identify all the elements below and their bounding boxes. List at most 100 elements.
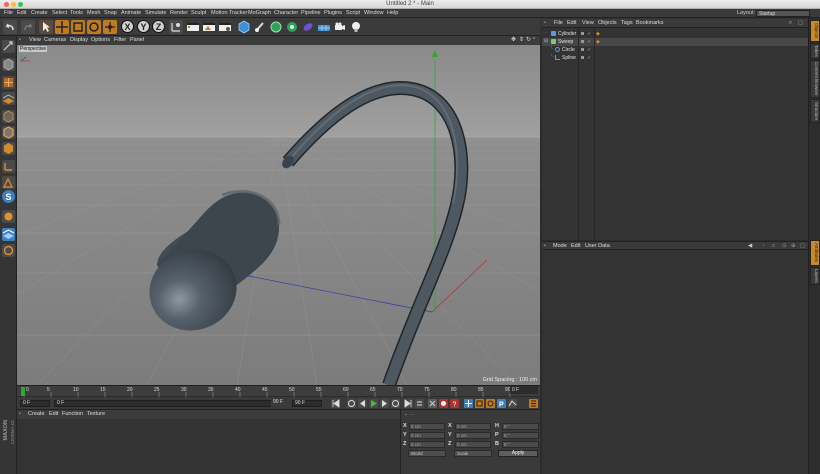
workplane-mode-icon[interactable] (2, 92, 15, 105)
tweak-mode-icon[interactable] (2, 176, 15, 189)
camera-icon[interactable] (333, 20, 347, 34)
render-settings-icon[interactable] (218, 20, 232, 34)
scale-tool-icon[interactable] (71, 20, 85, 34)
pen-spline-icon[interactable] (253, 20, 267, 34)
size-mode-select[interactable]: Scale (454, 450, 492, 457)
attributes-menu-mode[interactable]: Mode (553, 243, 567, 249)
visibility-dots-icon[interactable] (581, 40, 584, 43)
object-row-cylinder[interactable]: - Cylinder ✓ ◆ (542, 30, 808, 38)
coordinate-system-icon[interactable] (169, 20, 183, 34)
texture-mode-icon[interactable] (2, 76, 15, 89)
menu-create[interactable]: Create (31, 10, 48, 16)
make-editable-icon[interactable] (2, 40, 15, 53)
menu-tools[interactable]: Tools (70, 10, 83, 16)
object-menu-bookmarks[interactable]: Bookmarks (636, 20, 664, 26)
timeline-window-icon[interactable] (529, 399, 538, 408)
floor-scene-icon[interactable] (317, 20, 331, 34)
menu-snap[interactable]: Snap (104, 10, 117, 16)
menu-pipeline[interactable]: Pipeline (301, 10, 321, 16)
record-keys-icon[interactable] (428, 399, 437, 408)
size-y-field[interactable]: 0 cm (455, 432, 491, 439)
previous-key-icon[interactable] (347, 399, 356, 408)
x-axis-lock-button[interactable]: X (121, 20, 134, 33)
parameter-key-icon[interactable]: P (497, 399, 506, 409)
menu-plugins[interactable]: Plugins (324, 10, 342, 16)
object-menu-view[interactable]: View (582, 20, 594, 26)
menu-motion-tracker[interactable]: Motion Tracker (211, 10, 247, 16)
search-attributes-icon[interactable]: ⌕ (772, 243, 775, 250)
menu-sculpt[interactable]: Sculpt (191, 10, 206, 16)
points-mode-icon[interactable] (2, 110, 15, 123)
enabled-check-icon[interactable]: ✓ (587, 55, 591, 61)
object-row-sweep[interactable]: ⊟ Sweep ✓ ◆ (542, 38, 808, 46)
rotation-b-field[interactable]: 0 ° (502, 441, 539, 448)
axis-mode-icon[interactable] (2, 160, 15, 173)
material-menu-function[interactable]: Function (62, 411, 83, 417)
subdivision-surface-icon[interactable] (269, 20, 283, 34)
cube-object-icon[interactable] (237, 20, 251, 34)
y-axis-lock-button[interactable]: Y (137, 20, 150, 33)
enabled-check-icon[interactable]: ✓ (587, 31, 591, 37)
current-frame-field[interactable]: 0 F (54, 400, 286, 407)
object-column-divider[interactable] (578, 28, 579, 240)
material-menu-create[interactable]: Create (28, 411, 45, 417)
live-selection-icon[interactable] (39, 20, 53, 34)
material-menu-texture[interactable]: Texture (87, 411, 105, 417)
locked-workplane-icon[interactable] (2, 210, 15, 223)
z-axis-lock-button[interactable]: Z (152, 20, 165, 33)
menu-edit[interactable]: Edit (17, 10, 26, 16)
edges-mode-icon[interactable] (2, 126, 15, 139)
move-tool-icon[interactable] (55, 20, 69, 34)
rotate-tool-icon[interactable] (87, 20, 101, 34)
menu-mograph[interactable]: MoGraph (248, 10, 271, 16)
move-view-icon[interactable]: ✥ (511, 36, 516, 43)
undo-icon[interactable] (3, 20, 17, 34)
viewport-menu-filter[interactable]: Filter (114, 37, 126, 43)
play-icon[interactable] (369, 399, 378, 408)
polygons-mode-icon[interactable] (2, 142, 15, 155)
menu-script[interactable]: Script (346, 10, 360, 16)
tree-collapse-icon[interactable]: ⊟ (544, 38, 548, 44)
object-menu-edit[interactable]: Edit (567, 20, 576, 26)
tab-layers[interactable]: Layers (810, 267, 820, 285)
object-menu-file[interactable]: File (554, 20, 563, 26)
visibility-dots-icon[interactable] (581, 56, 584, 59)
menu-help[interactable]: Help (387, 10, 398, 16)
render-picture-viewer-icon[interactable] (202, 20, 216, 34)
viewport-menu-display[interactable]: Display (70, 37, 88, 43)
back-arrow-icon[interactable]: ◀ (748, 243, 752, 249)
position-x-field[interactable]: 0 cm (409, 423, 445, 430)
keyframe-selection-icon[interactable]: ? (450, 399, 459, 409)
size-z-field[interactable]: 0 cm (455, 441, 491, 448)
enabled-check-icon[interactable]: ✓ (587, 39, 591, 45)
viewport-menu-options[interactable]: Options (91, 37, 110, 43)
coordinate-mode-select[interactable]: World (408, 450, 446, 457)
object-menu-objects[interactable]: Objects (598, 20, 617, 26)
tab-structure[interactable]: Structure (810, 99, 820, 123)
enabled-check-icon[interactable]: ✓ (587, 47, 591, 53)
model-mode-icon[interactable] (2, 58, 15, 71)
next-frame-icon[interactable] (380, 399, 389, 408)
transform-tool-icon[interactable] (103, 20, 117, 34)
preview-end-field[interactable]: 90 F (271, 400, 289, 407)
visibility-dots-icon[interactable] (581, 32, 584, 35)
menu-mesh[interactable]: Mesh (87, 10, 100, 16)
zoom-view-icon[interactable]: ⇕ (519, 36, 524, 43)
tab-attributes[interactable]: Attributes (810, 240, 820, 266)
autokey-icon[interactable] (439, 399, 448, 408)
tab-takes[interactable]: Takes (810, 43, 820, 59)
rotation-key-icon[interactable] (486, 399, 495, 408)
timeline-ruler[interactable]: 0 5 10 15 20 25 30 35 40 45 50 55 60 65 … (17, 385, 540, 397)
planar-workplane-icon[interactable] (2, 228, 15, 241)
end-frame-field[interactable]: 90 F (292, 400, 322, 407)
object-row-spline[interactable]: └ Spline ✓ (542, 54, 808, 62)
menu-window[interactable]: Window (364, 10, 384, 16)
phong-tag-icon[interactable]: ◆ (596, 39, 600, 45)
deformer-icon[interactable] (301, 20, 315, 34)
maximize-view-icon[interactable]: ▫ (533, 36, 535, 42)
material-manager-area[interactable] (17, 419, 400, 474)
object-row-circle[interactable]: └ Circle ✓ (542, 46, 808, 54)
menu-render[interactable]: Render (170, 10, 188, 16)
next-key-icon[interactable] (391, 399, 400, 408)
object-search-icon[interactable]: ⌕ (789, 20, 792, 27)
